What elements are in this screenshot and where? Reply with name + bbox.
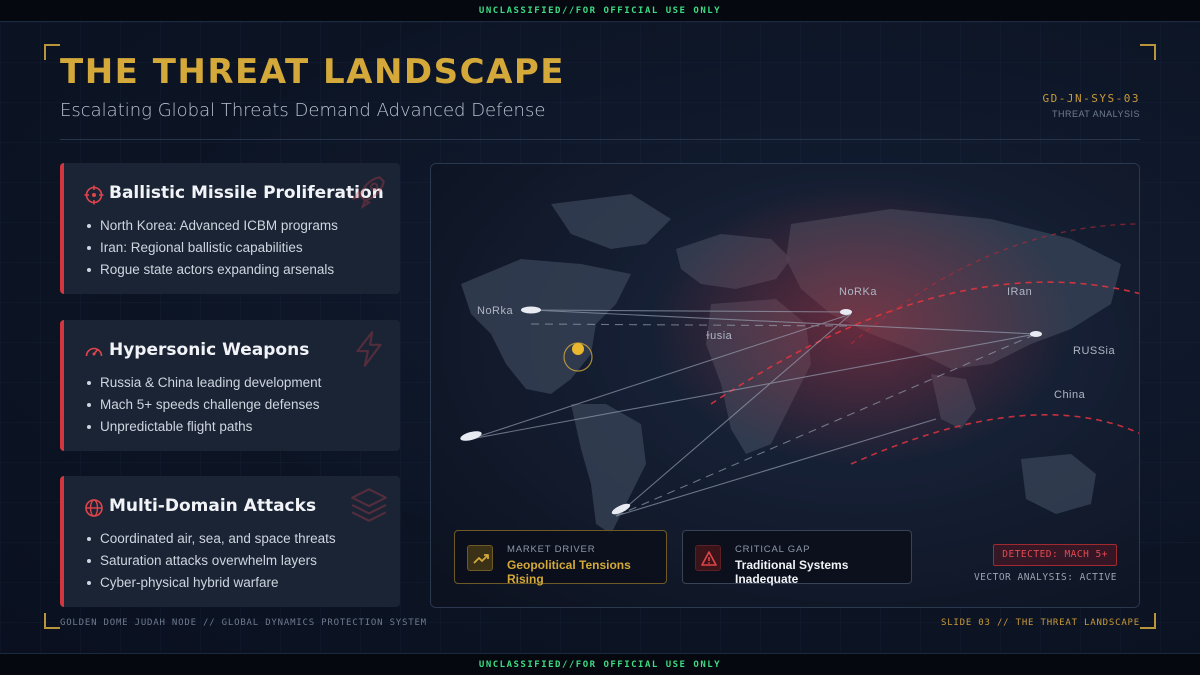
header-divider — [60, 139, 1140, 140]
market-driver-label: MARKET DRIVER — [507, 544, 596, 555]
page-title: THE THREAT LANDSCAPE — [60, 52, 566, 92]
threat-map-panel: NoRka ɫusia NoRKa IRan RUSSia China MARK… — [430, 163, 1140, 608]
trending-up-icon — [473, 554, 489, 564]
card-bullet: North Korea: Advanced ICBM programs — [87, 215, 338, 237]
system-code: GD-JN-SYS-03 — [1042, 92, 1140, 105]
card-title: Hypersonic Weapons — [109, 340, 310, 360]
map-label: NoRka — [477, 305, 514, 317]
layers-icon — [351, 488, 387, 522]
card-bullet: Mach 5+ speeds challenge defenses — [87, 394, 321, 416]
card-bullet: Cyber-physical hybrid warfare — [87, 572, 336, 594]
critical-gap-value: Traditional Systems Inadequate — [735, 558, 849, 586]
classification-banner-bottom: UNCLASSIFIED//FOR OFFICIAL USE ONLY — [0, 653, 1200, 675]
card-title: Ballistic Missile Proliferation — [109, 183, 384, 203]
map-label: China — [1054, 389, 1086, 401]
gauge-icon — [85, 347, 103, 357]
classification-banner-top: UNCLASSIFIED//FOR OFFICIAL USE ONLY — [0, 0, 1200, 22]
corner-bracket — [44, 613, 60, 629]
footer-system-name: GOLDEN DOME JUDAH NODE // GLOBAL DYNAMIC… — [60, 618, 427, 628]
crosshair-icon — [84, 185, 104, 205]
system-code-label: THREAT ANALYSIS — [1051, 109, 1140, 119]
threat-heat-zone — [651, 184, 1071, 464]
vector-status: VECTOR ANALYSIS: ACTIVE — [973, 572, 1117, 583]
card-bullet: Saturation attacks overwhelm layers — [87, 550, 336, 572]
detected-badge: DETECTED: MACH 5+ — [993, 544, 1117, 566]
market-driver-box: MARKET DRIVER Geopolitical Tensions Risi… — [454, 530, 667, 586]
map-label: IRan — [1007, 286, 1033, 298]
ibadge — [467, 545, 493, 571]
threat-card-hypersonic: Hypersonic Weapons Russia & China leadin… — [60, 320, 400, 451]
card-bullet: Rogue state actors expanding arsenals — [87, 259, 338, 281]
market-driver-value: Geopolitical Tensions Rising — [507, 558, 631, 586]
warning-icon — [701, 551, 717, 566]
corner-bracket — [1140, 613, 1156, 629]
globe-icon — [85, 499, 103, 517]
critical-gap-box: CRITICAL GAP Traditional Systems Inadequ… — [682, 530, 912, 586]
corner-bracket — [1140, 44, 1156, 60]
slide: THE THREAT LANDSCAPE Escalating Global T… — [0, 22, 1200, 653]
critical-gap-label: CRITICAL GAP — [735, 544, 811, 555]
ibadge — [695, 545, 721, 571]
footer-slide-label: SLIDE 03 // THE THREAT LANDSCAPE — [941, 618, 1140, 628]
lightning-icon — [356, 331, 382, 367]
card-bullet: Unpredictable flight paths — [87, 416, 321, 438]
map-label: RUSSia — [1073, 345, 1116, 357]
page-subtitle: Escalating Global Threats Demand Advance… — [60, 100, 546, 121]
card-title: Multi-Domain Attacks — [109, 496, 317, 516]
map-label: NoRKa — [839, 286, 877, 298]
corner-bracket — [44, 44, 60, 60]
card-bullet: Coordinated air, sea, and space threats — [87, 528, 336, 550]
threat-card-multidomain: Multi-Domain Attacks Coordinated air, se… — [60, 476, 400, 607]
target-dot — [572, 343, 584, 355]
rocket-icon — [351, 176, 385, 210]
threat-card-ballistic: Ballistic Missile Proliferation North Ko… — [60, 163, 400, 294]
card-bullet: Russia & China leading development — [87, 372, 321, 394]
map-label: ɫusia — [706, 330, 733, 342]
card-bullet: Iran: Regional ballistic capabilities — [87, 237, 338, 259]
